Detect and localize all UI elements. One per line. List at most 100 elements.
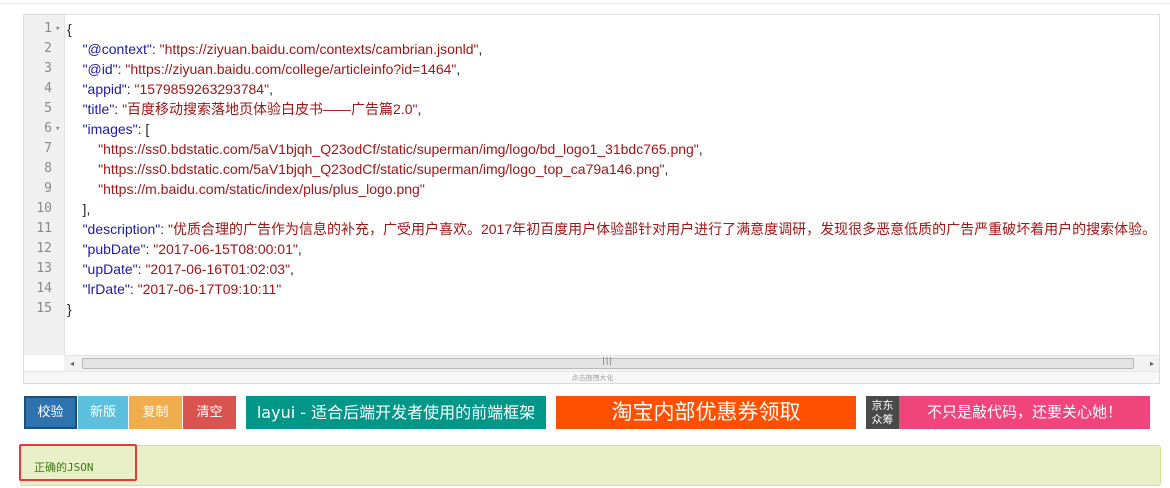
fold-arrow-icon[interactable]: ▾ bbox=[55, 119, 60, 139]
line-number: 8 bbox=[24, 159, 64, 179]
json-key: "@id" bbox=[82, 61, 118, 77]
code-line: "description": "优质合理的广告作为信息的补充，广受用户喜欢。20… bbox=[67, 219, 1157, 239]
line-number-text: 15 bbox=[36, 301, 52, 316]
json-string: "https://ziyuan.baidu.com/college/articl… bbox=[125, 61, 457, 77]
line-number: 10 bbox=[24, 199, 64, 219]
scroll-right-arrow-icon[interactable]: ▸ bbox=[1146, 358, 1158, 370]
code-line: "https://m.baidu.com/static/index/plus/p… bbox=[67, 179, 1157, 199]
code-line: "images": [ bbox=[67, 119, 1157, 139]
code-line: "pubDate": "2017-06-15T08:00:01", bbox=[67, 239, 1157, 259]
json-punctuation bbox=[67, 281, 83, 297]
json-string: "1579859263293784" bbox=[134, 81, 270, 97]
json-punctuation: , bbox=[290, 261, 294, 277]
scroll-thumb[interactable]: ||| bbox=[82, 356, 1134, 369]
json-punctuation: : bbox=[126, 81, 135, 97]
line-number: 2 bbox=[24, 39, 64, 59]
code-line: "https://ss0.bdstatic.com/5aV1bjqh_Q23od… bbox=[67, 139, 1157, 159]
line-number-text: 12 bbox=[36, 241, 52, 256]
code-line: "title": "百度移动搜索落地页体验白皮书——广告篇2.0", bbox=[67, 99, 1157, 119]
json-punctuation: : bbox=[160, 221, 168, 237]
json-punctuation: : bbox=[151, 41, 160, 57]
json-string: "2017-06-15T08:00:01" bbox=[153, 241, 298, 257]
ad-layui-banner[interactable]: layui - 适合后端开发者使用的前端框架 bbox=[246, 396, 546, 429]
json-punctuation bbox=[67, 41, 83, 57]
resize-handle[interactable]: 点击拖拽大化 bbox=[24, 371, 1159, 383]
line-number-text: 7 bbox=[44, 141, 52, 156]
json-punctuation bbox=[67, 101, 83, 117]
top-divider bbox=[0, 3, 1170, 4]
line-number-text: 10 bbox=[36, 201, 52, 216]
ad-jd-text: 不只是敲代码，还要关心她！ bbox=[926, 403, 1122, 421]
code-line: { bbox=[67, 19, 1157, 39]
json-key: "upDate" bbox=[82, 261, 138, 277]
json-string: "https://ziyuan.baidu.com/contexts/cambr… bbox=[159, 41, 479, 57]
scroll-grip-icon: ||| bbox=[602, 356, 614, 365]
line-number-text: 1 bbox=[44, 21, 52, 36]
json-punctuation: , bbox=[269, 81, 273, 97]
json-key: "lrDate" bbox=[82, 281, 130, 297]
line-number: 12 bbox=[24, 239, 64, 259]
json-punctuation bbox=[67, 141, 98, 157]
json-string: "https://ss0.bdstatic.com/5aV1bjqh_Q23od… bbox=[98, 141, 699, 157]
json-key: "pubDate" bbox=[82, 241, 146, 257]
json-key: "title" bbox=[82, 101, 115, 117]
json-punctuation: : bbox=[114, 101, 123, 117]
json-editor[interactable]: 1 ▾ 2 3 4 5 6 ▾ 7 8 9 10 11 12 13 14 15 { "@context": "h… bbox=[23, 14, 1160, 384]
line-number: 11 bbox=[24, 219, 64, 239]
line-number: 13 bbox=[24, 259, 64, 279]
json-punctuation bbox=[67, 221, 83, 237]
json-punctuation: ], bbox=[67, 201, 91, 217]
new-version-button[interactable]: 新版 bbox=[78, 396, 128, 429]
json-string: "https://m.baidu.com/static/index/plus/p… bbox=[98, 181, 425, 197]
json-punctuation: , bbox=[297, 241, 302, 257]
horizontal-scrollbar[interactable]: ◂ ||| ▸ bbox=[64, 355, 1159, 371]
line-number: 14 bbox=[24, 279, 64, 299]
code-line: "@id": "https://ziyuan.baidu.com/college… bbox=[67, 59, 1157, 79]
line-number: 5 bbox=[24, 99, 64, 119]
json-punctuation: , bbox=[698, 141, 703, 157]
code-line: "https://ss0.bdstatic.com/5aV1bjqh_Q23od… bbox=[67, 159, 1157, 179]
copy-button[interactable]: 复制 bbox=[129, 396, 182, 429]
line-number: 6 ▾ bbox=[24, 119, 64, 139]
line-number-text: 8 bbox=[44, 161, 52, 176]
line-number-text: 9 bbox=[44, 181, 52, 196]
json-string: "百度移动搜索落地页体验白皮书——广告篇2.0" bbox=[122, 101, 418, 117]
code-line: ], bbox=[67, 199, 1157, 219]
line-number: 4 bbox=[24, 79, 64, 99]
jd-logo-text: 京东 众筹 bbox=[871, 398, 894, 426]
json-punctuation bbox=[67, 241, 83, 257]
scroll-left-arrow-icon[interactable]: ◂ bbox=[66, 358, 78, 370]
validation-result: 正确的JSON bbox=[20, 445, 1161, 486]
code-line: "appid": "1579859263293784", bbox=[67, 79, 1157, 99]
line-number: 3 bbox=[24, 59, 64, 79]
json-punctuation: : bbox=[129, 281, 138, 297]
json-punctuation: , bbox=[478, 41, 483, 57]
json-punctuation bbox=[67, 261, 83, 277]
ad-jd-banner[interactable]: 京东 众筹 不只是敲代码，还要关心她！ bbox=[866, 396, 1150, 429]
line-number: 15 bbox=[24, 299, 64, 319]
json-string: "2017-06-16T01:02:03" bbox=[145, 261, 291, 277]
line-number: 7 bbox=[24, 139, 64, 159]
validate-button[interactable]: 校验 bbox=[24, 396, 77, 429]
json-punctuation bbox=[67, 181, 98, 197]
line-number: 1 ▾ bbox=[24, 19, 64, 39]
ad-taobao-banner[interactable]: 淘宝内部优惠券领取 bbox=[556, 396, 856, 429]
line-number-text: 11 bbox=[36, 221, 52, 236]
code-line: "@context": "https://ziyuan.baidu.com/co… bbox=[67, 39, 1157, 59]
line-number-text: 3 bbox=[44, 61, 52, 76]
highlight-annotation-box bbox=[19, 444, 137, 481]
code-line: "upDate": "2017-06-16T01:02:03", bbox=[67, 259, 1157, 279]
line-number-text: 5 bbox=[44, 101, 52, 116]
json-string: "https://ss0.bdstatic.com/5aV1bjqh_Q23od… bbox=[98, 161, 665, 177]
code-area[interactable]: { "@context": "https://ziyuan.baidu.com/… bbox=[67, 19, 1157, 355]
code-line: } bbox=[67, 299, 1157, 319]
json-key: "description" bbox=[82, 221, 161, 237]
json-punctuation bbox=[67, 61, 83, 77]
fold-arrow-icon[interactable]: ▾ bbox=[55, 19, 60, 39]
clear-button[interactable]: 清空 bbox=[183, 396, 236, 429]
line-number-gutter: 1 ▾ 2 3 4 5 6 ▾ 7 8 9 10 11 12 13 14 15 bbox=[24, 15, 65, 355]
json-key: "images" bbox=[82, 121, 138, 137]
jd-logo: 京东 众筹 bbox=[866, 396, 899, 429]
json-punctuation: , bbox=[456, 61, 461, 77]
json-punctuation bbox=[67, 121, 83, 137]
